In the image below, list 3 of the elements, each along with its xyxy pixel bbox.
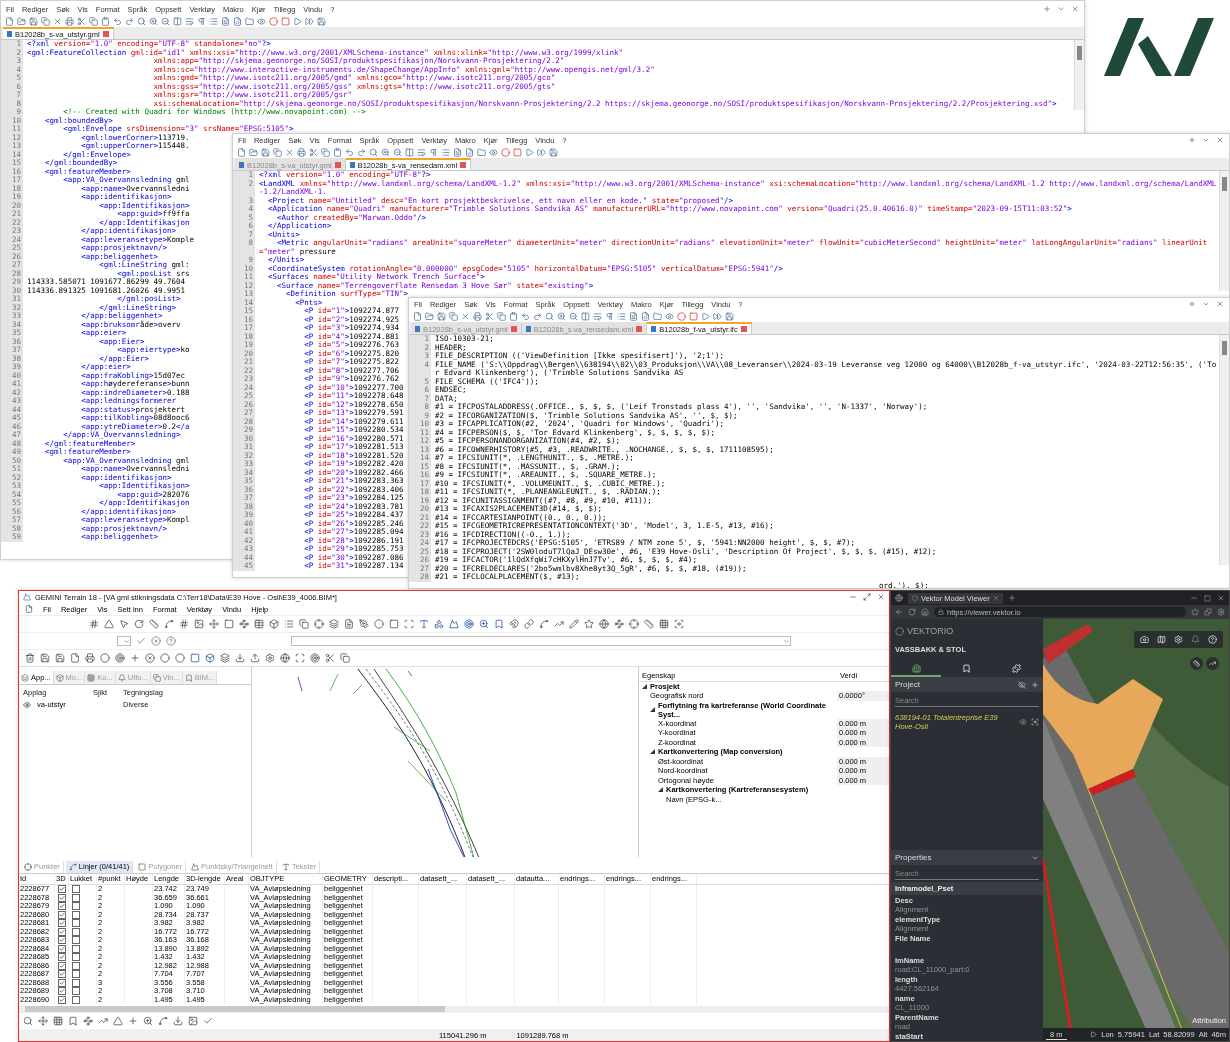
section-title: Project [895, 680, 920, 689]
brand-name: VEKTORIO [907, 626, 954, 636]
section-title: Properties [895, 853, 932, 862]
